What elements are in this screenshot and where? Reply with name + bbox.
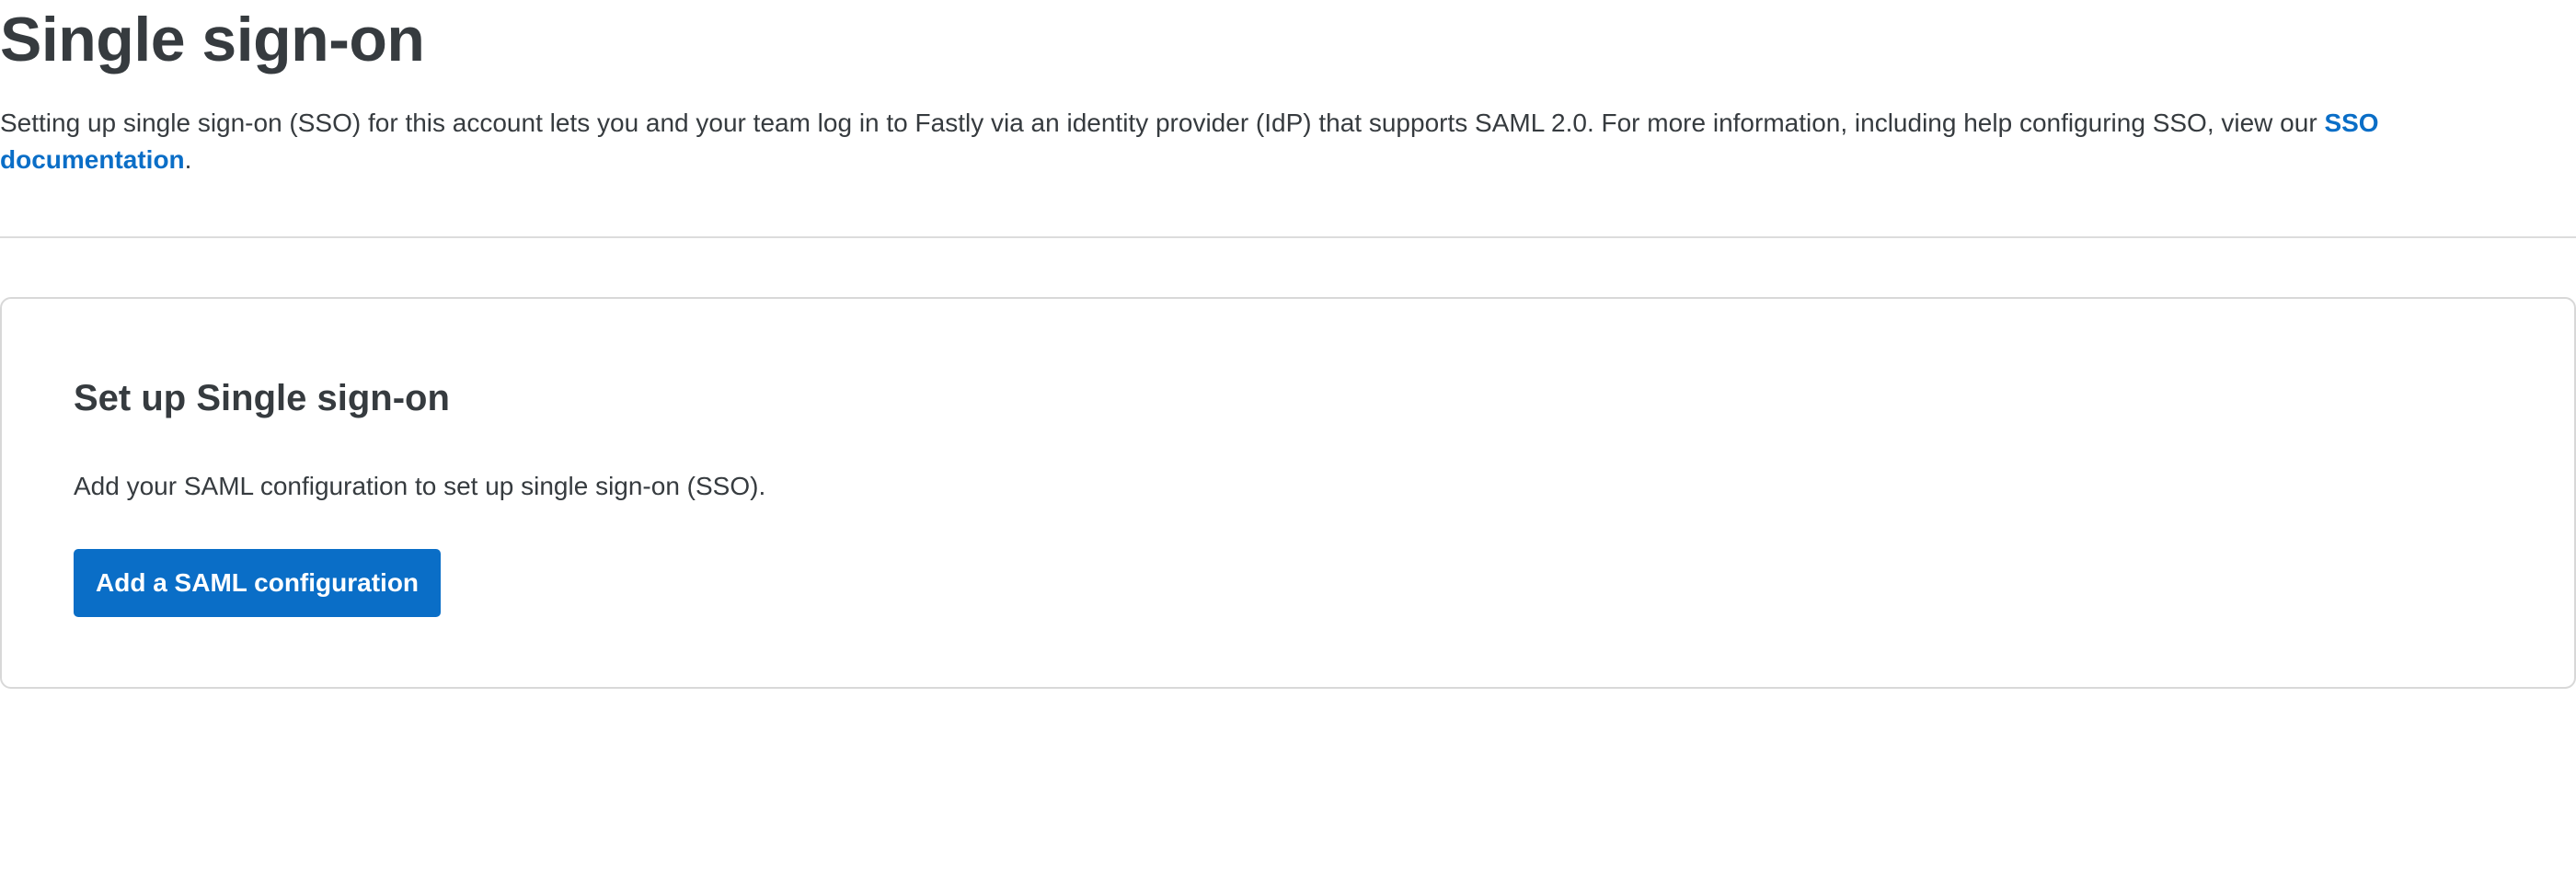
- page-title: Single sign-on: [0, 5, 425, 74]
- intro-end: .: [184, 145, 192, 174]
- intro-text: Setting up single sign-on (SSO) for this…: [0, 109, 2325, 137]
- card-description: Add your SAML configuration to set up si…: [74, 472, 766, 500]
- intro-paragraph: Setting up single sign-on (SSO) for this…: [0, 105, 2567, 178]
- setup-sso-card: Set up Single sign-on Add your SAML conf…: [0, 297, 2576, 689]
- section-divider: [0, 236, 2576, 238]
- sso-page: Single sign-on Setting up single sign-on…: [0, 0, 2576, 892]
- card-title: Set up Single sign-on: [74, 378, 450, 418]
- add-saml-configuration-button[interactable]: Add a SAML configuration: [74, 549, 442, 617]
